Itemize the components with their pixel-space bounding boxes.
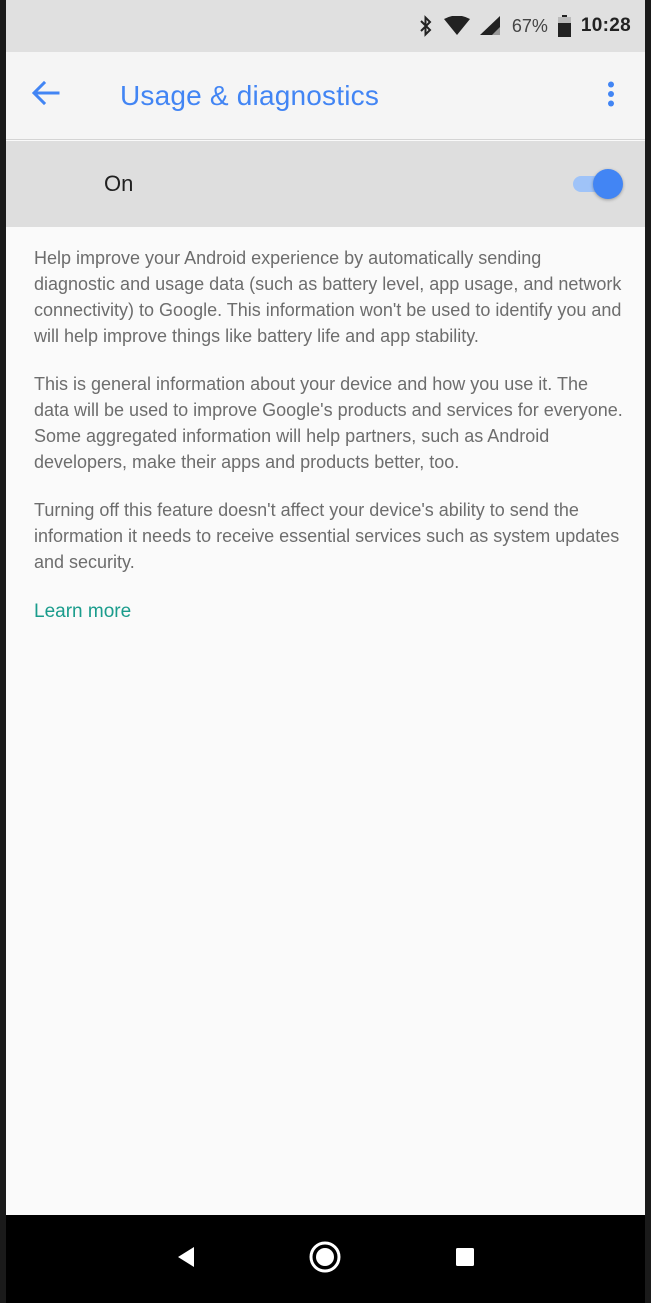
- nav-recents-button[interactable]: [435, 1229, 495, 1289]
- description-paragraph: Turning off this feature doesn't affect …: [34, 500, 620, 572]
- more-vert-icon: [607, 81, 615, 112]
- overflow-menu-button[interactable]: [591, 52, 631, 140]
- back-triangle-icon: [176, 1246, 196, 1273]
- status-bar: 67% 10:28: [6, 0, 645, 52]
- app-bar: Usage & diagnostics: [6, 52, 645, 140]
- toggle-thumb: [593, 169, 623, 199]
- signal-icon: [479, 16, 502, 36]
- recents-square-icon: [455, 1247, 475, 1272]
- home-circle-icon: [308, 1240, 342, 1279]
- master-switch-row[interactable]: On: [6, 141, 645, 227]
- usage-diagnostics-toggle[interactable]: [569, 169, 623, 199]
- battery-icon: [557, 15, 571, 37]
- description-paragraph: This is general information about your d…: [34, 374, 623, 472]
- navigation-bar: [6, 1215, 645, 1303]
- master-switch-label: On: [104, 171, 134, 196]
- page-title: Usage & diagnostics: [120, 79, 380, 111]
- learn-more-link[interactable]: Learn more: [34, 599, 131, 625]
- clock: 10:28: [580, 15, 631, 36]
- arrow-back-icon: [31, 80, 60, 110]
- back-button[interactable]: [6, 52, 86, 140]
- description-paragraph: Help improve your Android experience by …: [34, 248, 622, 346]
- battery-percent: 67%: [511, 15, 548, 36]
- phone-screen: 67% 10:28 Usage & diagnostics On Help im…: [0, 0, 651, 1303]
- nav-home-button[interactable]: [295, 1229, 355, 1289]
- description-section: Help improve your Android experience by …: [6, 227, 645, 625]
- nav-back-button[interactable]: [156, 1229, 216, 1289]
- bluetooth-icon: [418, 15, 434, 37]
- wifi-icon: [443, 16, 470, 36]
